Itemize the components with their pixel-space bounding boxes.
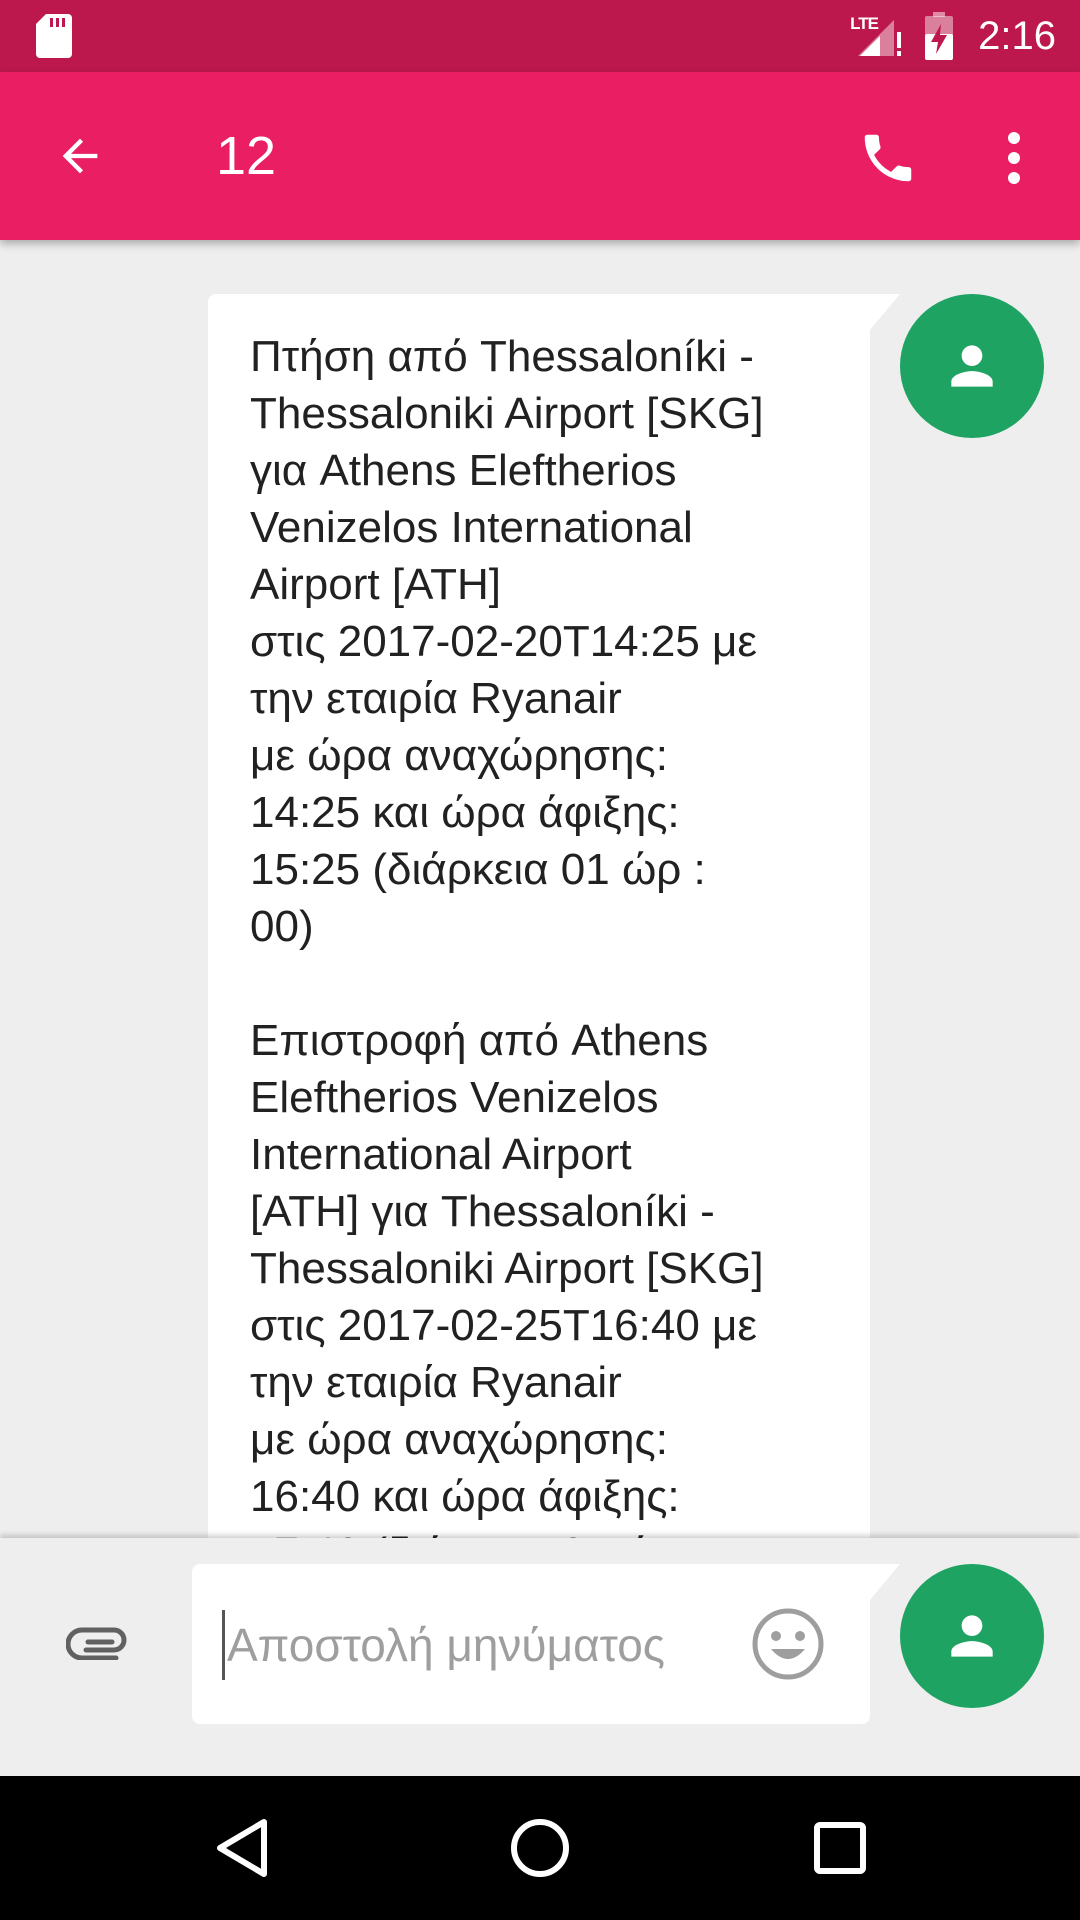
paperclip-icon [66, 1627, 127, 1660]
nav-back-button[interactable] [192, 1798, 292, 1898]
nav-recents-button[interactable] [790, 1798, 890, 1898]
conversation-view[interactable]: Πτήση από Thessaloníki - Thessaloniki Ai… [0, 240, 1080, 1538]
phone-icon [864, 134, 912, 182]
sd-card-icon [36, 14, 72, 58]
compose-box [192, 1564, 870, 1724]
call-button[interactable] [848, 118, 928, 198]
clock: 2:16 [978, 13, 1056, 58]
system-nav-bar [0, 1776, 1080, 1920]
conversation-title: 12 [216, 126, 277, 186]
nav-recents-icon [814, 1822, 866, 1874]
message-bubble[interactable]: Πτήση από Thessaloníki - Thessaloniki Ai… [208, 294, 870, 1538]
signal-indicator: LTE [850, 12, 906, 60]
more-vert-icon [1008, 132, 1020, 184]
message-input[interactable] [222, 1610, 727, 1680]
compose-bar [0, 1538, 1080, 1776]
self-avatar[interactable] [900, 1564, 1044, 1708]
arrow-back-icon [62, 138, 98, 174]
nav-home-button[interactable] [490, 1798, 590, 1898]
status-bar: LTE 2:16 [0, 0, 1080, 72]
person-icon [951, 345, 993, 387]
sender-avatar[interactable] [900, 294, 1044, 438]
emoji-button[interactable] [750, 1606, 826, 1682]
back-button[interactable] [40, 116, 120, 196]
person-icon [951, 1615, 993, 1657]
attach-button[interactable] [56, 1598, 140, 1682]
signal-icon [858, 20, 902, 56]
battery-charging-icon [925, 12, 954, 60]
nav-back-icon [217, 1819, 267, 1877]
message-bubble-tail [870, 294, 900, 330]
compose-box-tail [870, 1564, 900, 1600]
message-text: Πτήση από Thessaloníki - Thessaloniki Ai… [250, 332, 764, 1538]
nav-home-icon [511, 1819, 569, 1877]
smiley-icon [752, 1608, 824, 1680]
more-options-button[interactable] [974, 118, 1054, 198]
app-bar: 12 [0, 72, 1080, 240]
